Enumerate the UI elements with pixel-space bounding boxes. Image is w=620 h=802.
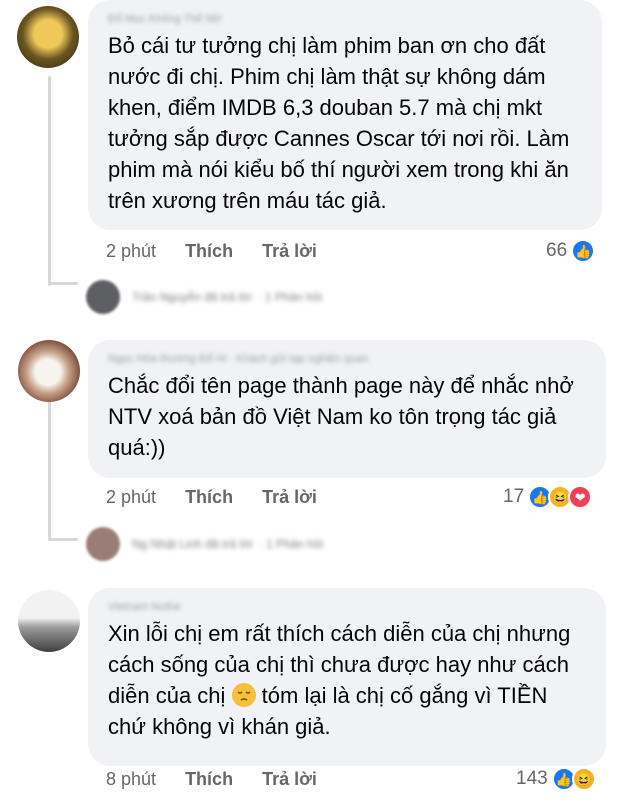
comment-bubble: Ngọc Hòa thường Đổ Hi · Khách gửi tạp ng… (88, 340, 606, 478)
reply-button[interactable]: Trả lời (262, 768, 317, 790)
reaction-summary[interactable]: 17 👍 😆 ❤ (503, 484, 593, 510)
reply-preview-meta: · 1 Phản hồi (258, 537, 324, 551)
comment-actions: 8 phút Thích Trả lời (106, 768, 341, 790)
reply-preview-meta: · 1 Phản hồi (257, 290, 323, 304)
haha-reaction-icon: 😆 (571, 767, 596, 791)
comment-text: Xin lỗi chị em rất thích cách diễn của c… (108, 618, 586, 742)
reaction-count: 17 (503, 486, 525, 507)
reaction-summary[interactable]: 143 👍 😆 (516, 766, 596, 792)
reply-preview[interactable]: Ng Nhật Linh đã trả lời · 1 Phản hồi (86, 527, 323, 561)
thread-line (48, 392, 51, 540)
thread-line-curve (48, 538, 78, 541)
reply-button[interactable]: Trả lời (262, 240, 317, 262)
reply-avatar (86, 280, 120, 314)
pensive-face-emoji-icon (231, 683, 256, 707)
comment-author[interactable]: Đổ Mục Không Thể Mờ (108, 12, 582, 26)
reply-preview-author: Ng Nhật Linh đã trả lời (132, 537, 253, 551)
comment-text: Chắc đổi tên page thành page này để nhắc… (108, 373, 574, 460)
reply-preview[interactable]: Trần Nguyễn đã trả lời · 1 Phản hồi (86, 280, 322, 314)
comment-actions: 2 phút Thích Trả lời (106, 240, 341, 262)
reply-button[interactable]: Trả lời (262, 486, 317, 508)
commenter-avatar[interactable] (18, 340, 80, 402)
comment-timestamp[interactable]: 8 phút (106, 768, 156, 790)
comment-timestamp[interactable]: 2 phút (106, 240, 156, 262)
comment-author[interactable]: Ngọc Hòa thường Đổ Hi · Khách gửi tạp ng… (108, 352, 586, 366)
reaction-count: 143 (516, 768, 548, 789)
love-reaction-icon: ❤ (568, 485, 593, 509)
comment-timestamp[interactable]: 2 phút (106, 486, 156, 508)
like-button[interactable]: Thích (185, 768, 233, 790)
comment-actions: 2 phút Thích Trả lời (106, 486, 341, 508)
comment-bubble: Đổ Mục Không Thể Mờ Bỏ cái tư tưởng chị … (88, 0, 602, 230)
thread-line (48, 76, 51, 286)
reaction-count: 66 (546, 240, 568, 261)
reply-avatar (86, 527, 120, 561)
comment-bubble: Vietnam Nuthe Xin lỗi chị em rất thích c… (88, 588, 606, 766)
like-button[interactable]: Thích (185, 240, 233, 262)
reaction-summary[interactable]: 66 👍 (546, 238, 596, 264)
commenter-avatar[interactable] (18, 590, 80, 652)
reply-preview-author: Trần Nguyễn đã trả lời (132, 290, 252, 304)
comment-author[interactable]: Vietnam Nuthe (108, 600, 586, 614)
like-reaction-icon: 👍 (571, 239, 596, 263)
thread-line-curve (48, 282, 78, 285)
comment-text: Bỏ cái tư tưởng chị làm phim ban ơn cho … (108, 33, 570, 213)
commenter-avatar[interactable] (17, 6, 79, 68)
like-button[interactable]: Thích (185, 486, 233, 508)
